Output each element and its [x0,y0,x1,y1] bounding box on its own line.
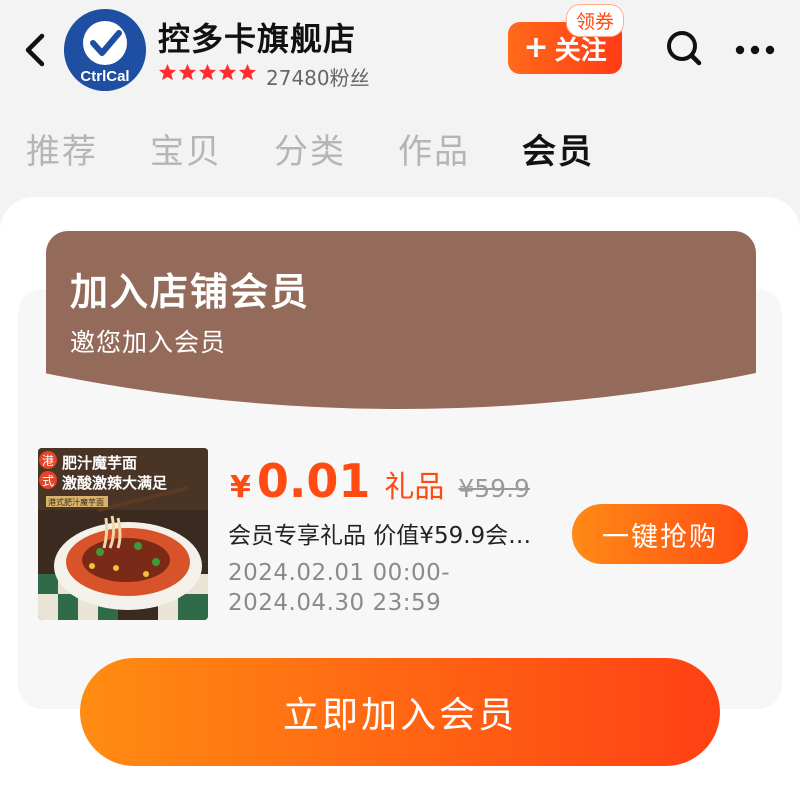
gift-product-card[interactable]: 港 式 肥汁魔芋面 激酸激辣大满足 港式肥汁魔芋面 ¥ 0.01 礼品 ¥59.… [34,436,762,634]
banner-curve [20,360,780,430]
fans-count: 27480粉丝 [266,66,370,90]
tab-works[interactable]: 作品 [398,124,470,173]
star-icon [158,63,177,81]
tab-categories[interactable]: 分类 [274,124,346,173]
banner-subtitle: 邀您加入会员 [70,328,227,357]
shop-name: 控多卡旗舰店 [158,20,357,58]
logo-text: CtrlCal [80,68,129,85]
rating-stars [158,63,257,82]
valid-date-start: 2024.02.01 00:00- [228,560,451,586]
product-description: 会员专享礼品 价值¥59.9会… [228,523,532,549]
star-icon [178,63,197,81]
quick-buy-button[interactable]: 一键抢购 [572,504,748,564]
join-member-button[interactable]: 立即加入会员 [80,658,720,766]
shop-logo[interactable]: CtrlCal [64,9,146,91]
image-note: 港式肥汁魔芋面 [48,497,104,507]
tab-recommend[interactable]: 推荐 [26,124,98,173]
star-icon [198,63,217,81]
more-icon[interactable] [734,44,776,56]
original-price: ¥59.9 [458,474,530,503]
search-icon[interactable] [664,28,704,68]
plus-icon: + [523,30,549,65]
back-arrow-icon[interactable] [18,30,52,70]
gift-label: 礼品 [384,470,445,505]
tab-member[interactable]: 会员 [522,124,594,173]
tab-products[interactable]: 宝贝 [150,124,222,173]
price-symbol: ¥ [230,470,251,505]
image-badge-2: 式 [42,474,54,488]
shop-header: CtrlCal 控多卡旗舰店 27480粉丝 + 关注 领券 [0,0,800,110]
coupon-tag[interactable]: 领券 [566,4,625,37]
image-badge-1: 港 [42,454,54,468]
shop-tabs: 推荐 宝贝 分类 作品 会员 [26,124,594,173]
product-image[interactable]: 港 式 肥汁魔芋面 激酸激辣大满足 港式肥汁魔芋面 [38,448,208,620]
image-text-2: 激酸激辣大满足 [62,474,168,492]
star-icon [238,63,257,81]
banner-title: 加入店铺会员 [70,270,311,314]
price-row: ¥ 0.01 礼品 ¥59.9 [230,454,530,508]
star-icon [218,63,237,81]
image-text-1: 肥汁魔芋面 [62,454,137,472]
price-value: 0.01 [256,454,371,508]
valid-date-end: 2024.04.30 23:59 [228,590,442,616]
